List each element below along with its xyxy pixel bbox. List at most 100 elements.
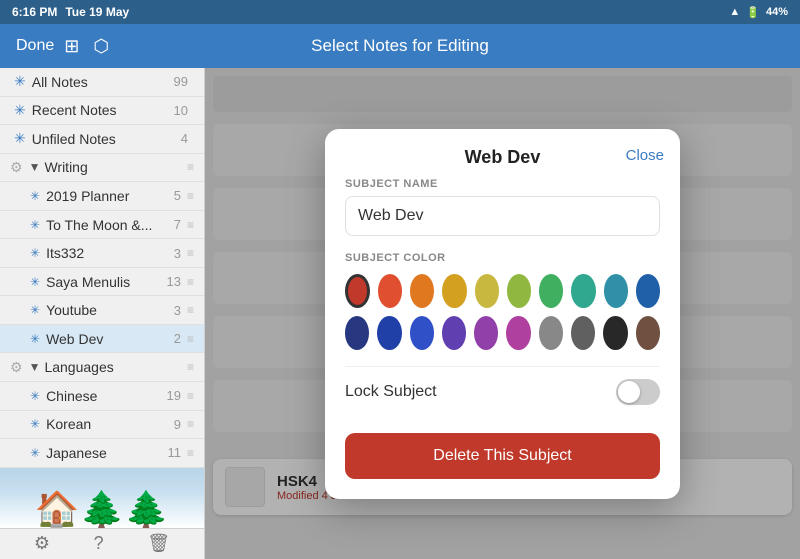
settings-bottom-icon[interactable]: ⚙	[34, 533, 50, 554]
grid-icon[interactable]: ⊞	[64, 36, 79, 57]
saya-icon: ✳	[30, 275, 40, 289]
color-swatch-royal-blue[interactable]	[377, 316, 401, 350]
recent-notes-count: 10	[174, 103, 188, 118]
content-area: HSK4 Modified 4 Jan 2020 at 2:08 PM Web …	[205, 68, 800, 559]
color-swatch-red[interactable]	[345, 274, 370, 308]
planner-label: 2019 Planner	[46, 188, 174, 204]
color-swatch-teal[interactable]	[571, 274, 595, 308]
all-notes-count: 99	[174, 74, 188, 89]
color-swatch-gray[interactable]	[539, 316, 563, 350]
color-swatch-orange[interactable]	[410, 274, 434, 308]
sidebar-item-moon[interactable]: ✳ To The Moon &... 7 ≡	[0, 211, 204, 240]
color-swatch-yellow[interactable]	[475, 274, 499, 308]
japanese-label: Japanese	[46, 445, 167, 461]
youtube-label: Youtube	[46, 302, 174, 318]
subject-color-label: SUBJECT COLOR	[345, 252, 660, 264]
help-bottom-icon[interactable]: ?	[94, 533, 104, 554]
color-swatch-cyan[interactable]	[604, 274, 628, 308]
subject-name-label: SUBJECT NAME	[345, 178, 660, 190]
languages-group-label: Languages	[44, 359, 187, 375]
share-icon[interactable]: ⬡	[93, 36, 109, 57]
sidebar-item-its332[interactable]: ✳ Its332 3 ≡	[0, 239, 204, 268]
moon-icon: ✳	[30, 218, 40, 232]
header-bar: Done ⊞ ⬡ Select Notes for Editing	[0, 24, 800, 68]
status-left: 6:16 PM Tue 19 May	[12, 5, 129, 19]
color-swatch-yellow-green[interactable]	[507, 274, 531, 308]
chinese-icon: ✳	[30, 389, 40, 403]
color-swatch-magenta[interactable]	[506, 316, 530, 350]
saya-drag: ≡	[187, 275, 194, 289]
chinese-drag: ≡	[187, 389, 194, 403]
writing-toggle-icon: ▼	[29, 160, 41, 174]
saya-count: 13	[167, 274, 181, 289]
header-icons: ⊞ ⬡	[64, 36, 109, 57]
back-button[interactable]: Done	[16, 37, 54, 55]
sidebar-item-youtube[interactable]: ✳ Youtube 3 ≡	[0, 296, 204, 325]
sidebar-item-japanese[interactable]: ✳ Japanese 11 ≡	[0, 439, 204, 468]
languages-group-header[interactable]: ⚙ ▼ Languages ≡	[0, 353, 204, 382]
youtube-icon: ✳	[30, 303, 40, 317]
chinese-count: 19	[167, 388, 181, 403]
sidebar-item-korean[interactable]: ✳ Korean 9 ≡	[0, 411, 204, 440]
sidebar-item-all-notes[interactable]: ✳ All Notes 99	[0, 68, 204, 97]
subject-name-input[interactable]	[345, 196, 660, 236]
battery-icon: 🔋	[746, 6, 760, 19]
sidebar-item-web-dev[interactable]: ✳ Web Dev 2 ≡	[0, 325, 204, 354]
its332-label: Its332	[46, 245, 174, 261]
modal-body: SUBJECT NAME SUBJECT COLOR	[325, 178, 680, 499]
writing-drag-icon: ≡	[187, 160, 194, 174]
color-swatch-green[interactable]	[539, 274, 563, 308]
lock-row: Lock Subject	[345, 366, 660, 417]
modal-overlay: Web Dev Close SUBJECT NAME SUBJECT COLOR	[205, 68, 800, 559]
color-swatch-red-orange[interactable]	[378, 274, 402, 308]
planner-icon: ✳	[30, 189, 40, 203]
sidebar-item-chinese[interactable]: ✳ Chinese 19 ≡	[0, 382, 204, 411]
moon-drag: ≡	[187, 218, 194, 232]
color-swatch-black[interactable]	[603, 316, 627, 350]
color-swatch-amber[interactable]	[442, 274, 466, 308]
writing-group-header[interactable]: ⚙ ▼ Writing ≡	[0, 154, 204, 183]
lock-label: Lock Subject	[345, 383, 437, 401]
its332-drag: ≡	[187, 246, 194, 260]
youtube-drag: ≡	[187, 303, 194, 317]
youtube-count: 3	[174, 303, 181, 318]
sidebar-item-2019-planner[interactable]: ✳ 2019 Planner 5 ≡	[0, 182, 204, 211]
color-swatch-indigo[interactable]	[410, 316, 434, 350]
unfiled-notes-count: 4	[181, 131, 188, 146]
korean-count: 9	[174, 417, 181, 432]
chinese-label: Chinese	[46, 388, 166, 404]
wifi-icon: ▲	[729, 6, 740, 18]
languages-settings-icon: ⚙	[10, 359, 23, 376]
delete-subject-button[interactable]: Delete This Subject	[345, 433, 660, 479]
its332-icon: ✳	[30, 246, 40, 260]
modal-close-button[interactable]: Close	[626, 147, 664, 164]
winter-trees: 🏠🌲🌲	[0, 492, 204, 528]
status-right: ▲ 🔋 44%	[729, 6, 788, 19]
status-time: 6:16 PM	[12, 5, 57, 19]
lock-toggle[interactable]	[616, 379, 660, 405]
japanese-icon: ✳	[30, 446, 40, 460]
recent-notes-label: Recent Notes	[32, 102, 174, 118]
header-left: Done ⊞ ⬡	[16, 36, 109, 57]
sidebar-bottom: ⚙ ? 🗑	[0, 528, 204, 559]
unfiled-notes-icon: ✳	[14, 130, 26, 147]
moon-label: To The Moon &...	[46, 217, 174, 233]
languages-drag-icon: ≡	[187, 360, 194, 374]
unfiled-notes-label: Unfiled Notes	[32, 131, 181, 147]
trash-bottom-icon[interactable]: 🗑	[147, 533, 170, 554]
color-swatch-blue[interactable]	[636, 274, 660, 308]
sidebar-item-recent-notes[interactable]: ✳ Recent Notes 10	[0, 97, 204, 126]
web-dev-drag: ≡	[187, 332, 194, 346]
korean-icon: ✳	[30, 417, 40, 431]
color-swatch-violet[interactable]	[474, 316, 498, 350]
color-swatch-purple[interactable]	[442, 316, 466, 350]
main-layout: ✳ All Notes 99 ✳ Recent Notes 10 ✳ Unfil…	[0, 68, 800, 559]
japanese-drag: ≡	[187, 446, 194, 460]
sidebar-item-saya-menulis[interactable]: ✳ Saya Menulis 13 ≡	[0, 268, 204, 297]
color-swatch-brown[interactable]	[636, 316, 660, 350]
color-swatch-dark-gray[interactable]	[571, 316, 595, 350]
sidebar-item-unfiled-notes[interactable]: ✳ Unfiled Notes 4	[0, 125, 204, 154]
color-swatch-navy[interactable]	[345, 316, 369, 350]
all-notes-label: All Notes	[32, 74, 174, 90]
sidebar-winter-scene: 🏠🌲🌲	[0, 468, 204, 528]
